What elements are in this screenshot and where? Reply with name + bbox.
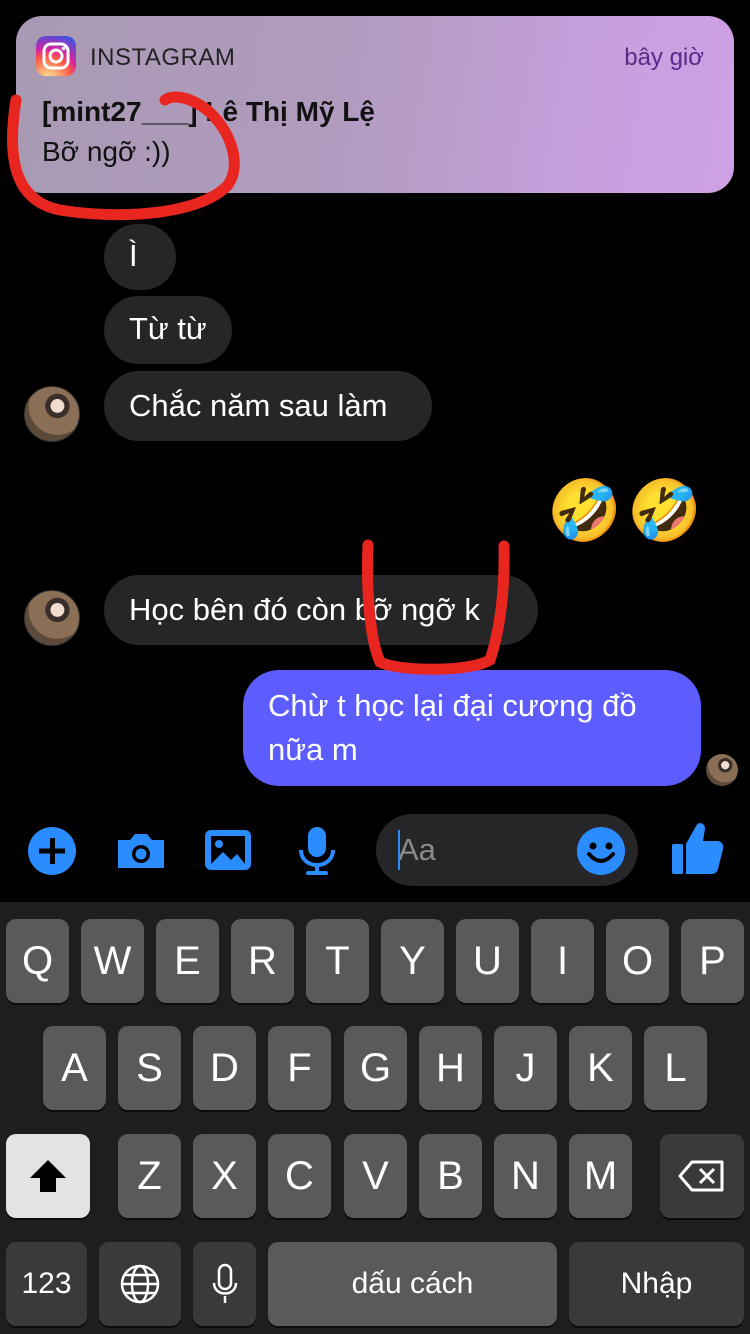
key-m[interactable]: M bbox=[569, 1134, 632, 1218]
key-f[interactable]: F bbox=[268, 1026, 331, 1110]
notification-title: [mint27___] Lê Thị Mỹ Lệ bbox=[42, 96, 375, 127]
message-text: Chừ t học lại đại cương đồ nữa m bbox=[268, 688, 637, 767]
message-bubble-received[interactable]: Chắc năm sau làm bbox=[104, 371, 432, 441]
contact-avatar[interactable] bbox=[24, 590, 80, 646]
key-t[interactable]: T bbox=[306, 919, 369, 1003]
key-w[interactable]: W bbox=[81, 919, 144, 1003]
key-b[interactable]: B bbox=[419, 1134, 482, 1218]
message-bubble-received[interactable]: Ì bbox=[104, 224, 176, 290]
emoji-message[interactable]: 🤣 bbox=[627, 476, 702, 546]
numbers-key[interactable]: 123 bbox=[6, 1242, 87, 1326]
shift-key[interactable] bbox=[6, 1134, 90, 1218]
seen-avatar bbox=[706, 754, 738, 786]
message-bubble-received[interactable]: Học bên đó còn bỡ ngỡ k bbox=[104, 575, 538, 645]
message-text: Từ từ bbox=[129, 311, 207, 346]
message-input-field[interactable] bbox=[376, 814, 638, 886]
message-bubble-received[interactable]: Từ từ bbox=[104, 296, 232, 364]
key-z[interactable]: Z bbox=[118, 1134, 181, 1218]
keyboard: Q W E R T Y U I O P A S D F G H J K L Z … bbox=[0, 902, 750, 1334]
key-l[interactable]: L bbox=[644, 1026, 707, 1110]
shift-icon bbox=[30, 1160, 66, 1192]
key-a[interactable]: A bbox=[43, 1026, 106, 1110]
dictation-icon bbox=[212, 1263, 237, 1303]
emoji-icon[interactable] bbox=[576, 826, 626, 876]
plus-circle-icon[interactable] bbox=[26, 824, 80, 878]
backspace-key[interactable] bbox=[660, 1134, 744, 1218]
globe-icon bbox=[120, 1264, 160, 1304]
key-q[interactable]: Q bbox=[6, 919, 69, 1003]
key-h[interactable]: H bbox=[419, 1026, 482, 1110]
instagram-app-icon bbox=[36, 36, 76, 76]
globe-key[interactable] bbox=[99, 1242, 181, 1326]
message-bubble-sent[interactable]: Chừ t học lại đại cương đồ nữa m bbox=[243, 670, 701, 786]
notification-body: Bỡ ngỡ :)) bbox=[42, 136, 171, 167]
key-x[interactable]: X bbox=[193, 1134, 256, 1218]
key-o[interactable]: O bbox=[606, 919, 669, 1003]
space-key[interactable]: dấu cách bbox=[268, 1242, 557, 1326]
dictation-key[interactable] bbox=[193, 1242, 256, 1326]
key-c[interactable]: C bbox=[268, 1134, 331, 1218]
return-key[interactable]: Nhập bbox=[569, 1242, 744, 1326]
key-y[interactable]: Y bbox=[381, 919, 444, 1003]
notification-app-name: INSTAGRAM bbox=[90, 44, 236, 71]
key-p[interactable]: P bbox=[681, 919, 744, 1003]
backspace-icon bbox=[678, 1160, 724, 1192]
message-input[interactable] bbox=[398, 830, 568, 870]
key-k[interactable]: K bbox=[569, 1026, 632, 1110]
key-r[interactable]: R bbox=[231, 919, 294, 1003]
contact-avatar[interactable] bbox=[24, 386, 80, 442]
key-u[interactable]: U bbox=[456, 919, 519, 1003]
key-s[interactable]: S bbox=[118, 1026, 181, 1110]
message-text: Học bên đó còn bỡ ngỡ k bbox=[129, 592, 480, 627]
key-n[interactable]: N bbox=[494, 1134, 557, 1218]
key-g[interactable]: G bbox=[344, 1026, 407, 1110]
emoji-message[interactable]: 🤣 bbox=[547, 476, 622, 546]
key-v[interactable]: V bbox=[344, 1134, 407, 1218]
key-e[interactable]: E bbox=[156, 919, 219, 1003]
microphone-icon[interactable] bbox=[290, 824, 344, 878]
instagram-notification[interactable]: INSTAGRAM bây giờ [mint27___] Lê Thị Mỹ … bbox=[16, 16, 734, 193]
camera-icon[interactable] bbox=[114, 824, 168, 878]
message-text: Ì bbox=[129, 238, 138, 273]
key-i[interactable]: I bbox=[531, 919, 594, 1003]
key-j[interactable]: J bbox=[494, 1026, 557, 1110]
text-caret bbox=[398, 830, 400, 870]
notification-time: bây giờ bbox=[624, 44, 704, 71]
message-text: Chắc năm sau làm bbox=[129, 388, 388, 423]
key-d[interactable]: D bbox=[193, 1026, 256, 1110]
like-icon[interactable] bbox=[670, 820, 726, 878]
image-icon[interactable] bbox=[202, 824, 256, 878]
